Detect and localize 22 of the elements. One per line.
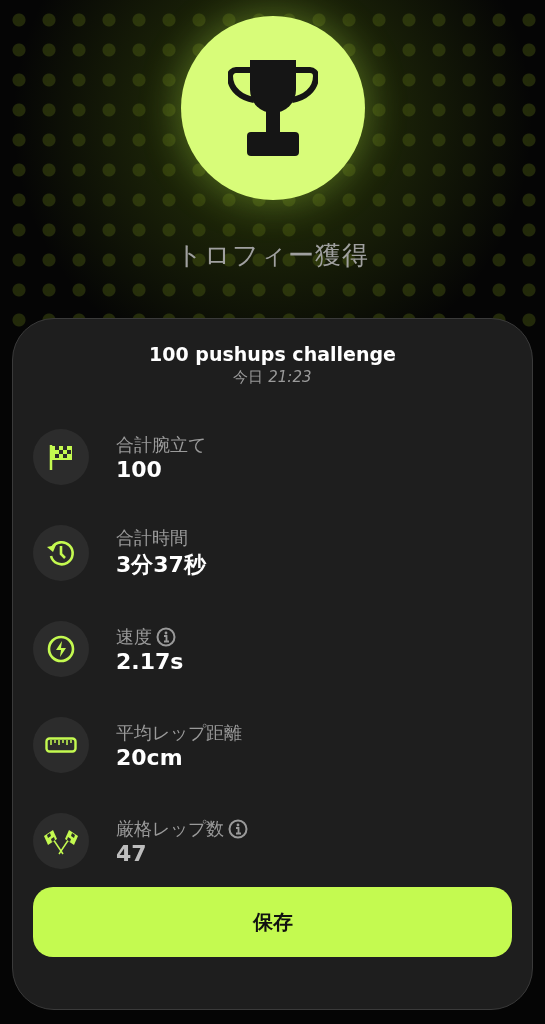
stat-label: 合計腕立て [116, 432, 206, 457]
stat-label: 速度 [116, 624, 152, 649]
stat-label: 厳格レップ数 [116, 816, 224, 841]
ruler-icon [45, 737, 77, 753]
save-button[interactable]: 保存 [33, 887, 512, 957]
trophy-icon [227, 60, 318, 156]
date-time: 今日 21:23 [233, 368, 312, 387]
trophy-title: トロフィー獲得 [176, 239, 369, 272]
stat-value: 20cm [116, 744, 184, 770]
challenge-title: 100 pushups challenge [148, 343, 397, 365]
info-icon[interactable] [228, 818, 248, 839]
crossed-flags-icon [43, 827, 79, 855]
stat-value: 100 [116, 456, 163, 482]
lightning-bolt-icon [47, 635, 75, 663]
stat-label: 合計時間 [116, 526, 188, 550]
stat-value: 47 [116, 840, 148, 866]
info-icon[interactable] [156, 626, 176, 647]
checkered-flag-icon [48, 443, 74, 471]
stat-value: 2.17s [116, 648, 184, 674]
stat-value: 3分37秒 [116, 551, 206, 579]
stat-label: 平均レップ距離 [116, 720, 242, 745]
history-clock-icon [46, 538, 76, 568]
